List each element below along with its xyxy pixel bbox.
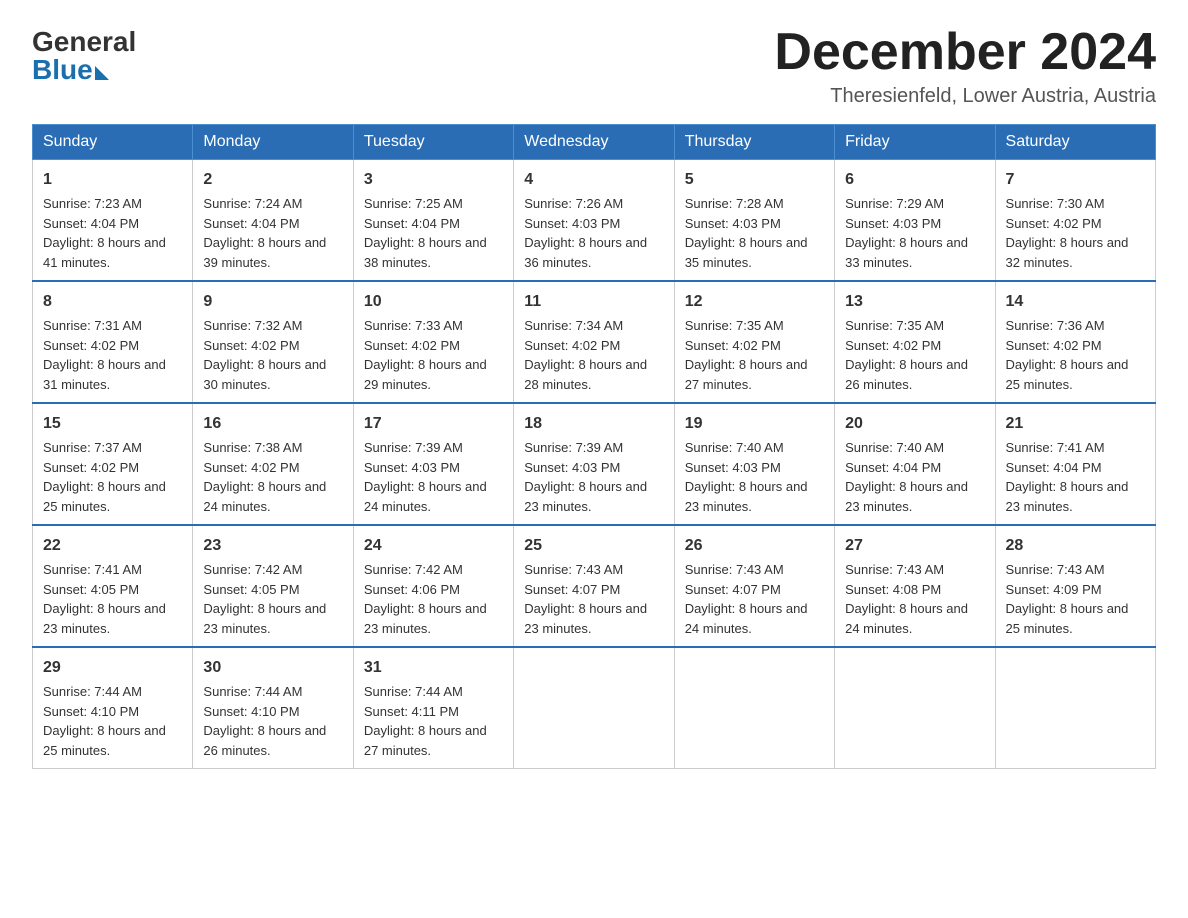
empty-cell: [835, 647, 995, 769]
weekday-header-tuesday: Tuesday: [353, 125, 513, 160]
day-cell-23: 23Sunrise: 7:42 AMSunset: 4:05 PMDayligh…: [193, 525, 353, 647]
day-cell-11: 11Sunrise: 7:34 AMSunset: 4:02 PMDayligh…: [514, 281, 674, 403]
day-number: 12: [685, 290, 824, 314]
day-number: 21: [1006, 412, 1145, 436]
logo: General Blue: [32, 28, 136, 84]
day-cell-4: 4Sunrise: 7:26 AMSunset: 4:03 PMDaylight…: [514, 160, 674, 282]
day-number: 15: [43, 412, 182, 436]
day-number: 5: [685, 168, 824, 192]
day-cell-2: 2Sunrise: 7:24 AMSunset: 4:04 PMDaylight…: [193, 160, 353, 282]
week-row-4: 22Sunrise: 7:41 AMSunset: 4:05 PMDayligh…: [33, 525, 1156, 647]
day-cell-9: 9Sunrise: 7:32 AMSunset: 4:02 PMDaylight…: [193, 281, 353, 403]
weekday-header-saturday: Saturday: [995, 125, 1155, 160]
week-row-5: 29Sunrise: 7:44 AMSunset: 4:10 PMDayligh…: [33, 647, 1156, 769]
logo-triangle-icon: [95, 66, 109, 80]
day-number: 27: [845, 534, 984, 558]
day-cell-16: 16Sunrise: 7:38 AMSunset: 4:02 PMDayligh…: [193, 403, 353, 525]
day-cell-17: 17Sunrise: 7:39 AMSunset: 4:03 PMDayligh…: [353, 403, 513, 525]
day-number: 18: [524, 412, 663, 436]
day-number: 28: [1006, 534, 1145, 558]
day-number: 25: [524, 534, 663, 558]
day-number: 22: [43, 534, 182, 558]
day-number: 31: [364, 656, 503, 680]
day-number: 8: [43, 290, 182, 314]
day-cell-24: 24Sunrise: 7:42 AMSunset: 4:06 PMDayligh…: [353, 525, 513, 647]
day-cell-7: 7Sunrise: 7:30 AMSunset: 4:02 PMDaylight…: [995, 160, 1155, 282]
day-cell-3: 3Sunrise: 7:25 AMSunset: 4:04 PMDaylight…: [353, 160, 513, 282]
day-number: 2: [203, 168, 342, 192]
day-cell-13: 13Sunrise: 7:35 AMSunset: 4:02 PMDayligh…: [835, 281, 995, 403]
week-row-1: 1Sunrise: 7:23 AMSunset: 4:04 PMDaylight…: [33, 160, 1156, 282]
day-cell-5: 5Sunrise: 7:28 AMSunset: 4:03 PMDaylight…: [674, 160, 834, 282]
day-cell-10: 10Sunrise: 7:33 AMSunset: 4:02 PMDayligh…: [353, 281, 513, 403]
day-cell-31: 31Sunrise: 7:44 AMSunset: 4:11 PMDayligh…: [353, 647, 513, 769]
day-cell-21: 21Sunrise: 7:41 AMSunset: 4:04 PMDayligh…: [995, 403, 1155, 525]
location-subtitle: Theresienfeld, Lower Austria, Austria: [774, 85, 1156, 108]
day-number: 29: [43, 656, 182, 680]
week-row-3: 15Sunrise: 7:37 AMSunset: 4:02 PMDayligh…: [33, 403, 1156, 525]
calendar-table: SundayMondayTuesdayWednesdayThursdayFrid…: [32, 124, 1156, 769]
day-number: 26: [685, 534, 824, 558]
day-number: 11: [524, 290, 663, 314]
day-number: 19: [685, 412, 824, 436]
day-number: 1: [43, 168, 182, 192]
weekday-header-friday: Friday: [835, 125, 995, 160]
day-cell-19: 19Sunrise: 7:40 AMSunset: 4:03 PMDayligh…: [674, 403, 834, 525]
logo-general-text: General: [32, 28, 136, 56]
weekday-header-monday: Monday: [193, 125, 353, 160]
day-cell-14: 14Sunrise: 7:36 AMSunset: 4:02 PMDayligh…: [995, 281, 1155, 403]
day-number: 24: [364, 534, 503, 558]
day-cell-20: 20Sunrise: 7:40 AMSunset: 4:04 PMDayligh…: [835, 403, 995, 525]
day-number: 4: [524, 168, 663, 192]
weekday-header-row: SundayMondayTuesdayWednesdayThursdayFrid…: [33, 125, 1156, 160]
day-cell-1: 1Sunrise: 7:23 AMSunset: 4:04 PMDaylight…: [33, 160, 193, 282]
day-cell-22: 22Sunrise: 7:41 AMSunset: 4:05 PMDayligh…: [33, 525, 193, 647]
day-number: 20: [845, 412, 984, 436]
title-area: December 2024 Theresienfeld, Lower Austr…: [774, 24, 1156, 108]
day-cell-27: 27Sunrise: 7:43 AMSunset: 4:08 PMDayligh…: [835, 525, 995, 647]
day-cell-18: 18Sunrise: 7:39 AMSunset: 4:03 PMDayligh…: [514, 403, 674, 525]
day-cell-30: 30Sunrise: 7:44 AMSunset: 4:10 PMDayligh…: [193, 647, 353, 769]
day-number: 10: [364, 290, 503, 314]
weekday-header-wednesday: Wednesday: [514, 125, 674, 160]
day-cell-29: 29Sunrise: 7:44 AMSunset: 4:10 PMDayligh…: [33, 647, 193, 769]
day-cell-15: 15Sunrise: 7:37 AMSunset: 4:02 PMDayligh…: [33, 403, 193, 525]
month-title: December 2024: [774, 24, 1156, 81]
weekday-header-sunday: Sunday: [33, 125, 193, 160]
day-number: 7: [1006, 168, 1145, 192]
week-row-2: 8Sunrise: 7:31 AMSunset: 4:02 PMDaylight…: [33, 281, 1156, 403]
day-number: 13: [845, 290, 984, 314]
empty-cell: [995, 647, 1155, 769]
day-number: 16: [203, 412, 342, 436]
day-number: 23: [203, 534, 342, 558]
day-number: 14: [1006, 290, 1145, 314]
day-number: 3: [364, 168, 503, 192]
day-cell-8: 8Sunrise: 7:31 AMSunset: 4:02 PMDaylight…: [33, 281, 193, 403]
day-cell-28: 28Sunrise: 7:43 AMSunset: 4:09 PMDayligh…: [995, 525, 1155, 647]
day-number: 9: [203, 290, 342, 314]
logo-blue-text: Blue: [32, 56, 93, 84]
day-cell-25: 25Sunrise: 7:43 AMSunset: 4:07 PMDayligh…: [514, 525, 674, 647]
empty-cell: [514, 647, 674, 769]
day-cell-6: 6Sunrise: 7:29 AMSunset: 4:03 PMDaylight…: [835, 160, 995, 282]
empty-cell: [674, 647, 834, 769]
day-cell-12: 12Sunrise: 7:35 AMSunset: 4:02 PMDayligh…: [674, 281, 834, 403]
weekday-header-thursday: Thursday: [674, 125, 834, 160]
day-cell-26: 26Sunrise: 7:43 AMSunset: 4:07 PMDayligh…: [674, 525, 834, 647]
page-header: General Blue December 2024 Theresienfeld…: [32, 24, 1156, 108]
day-number: 30: [203, 656, 342, 680]
day-number: 6: [845, 168, 984, 192]
day-number: 17: [364, 412, 503, 436]
